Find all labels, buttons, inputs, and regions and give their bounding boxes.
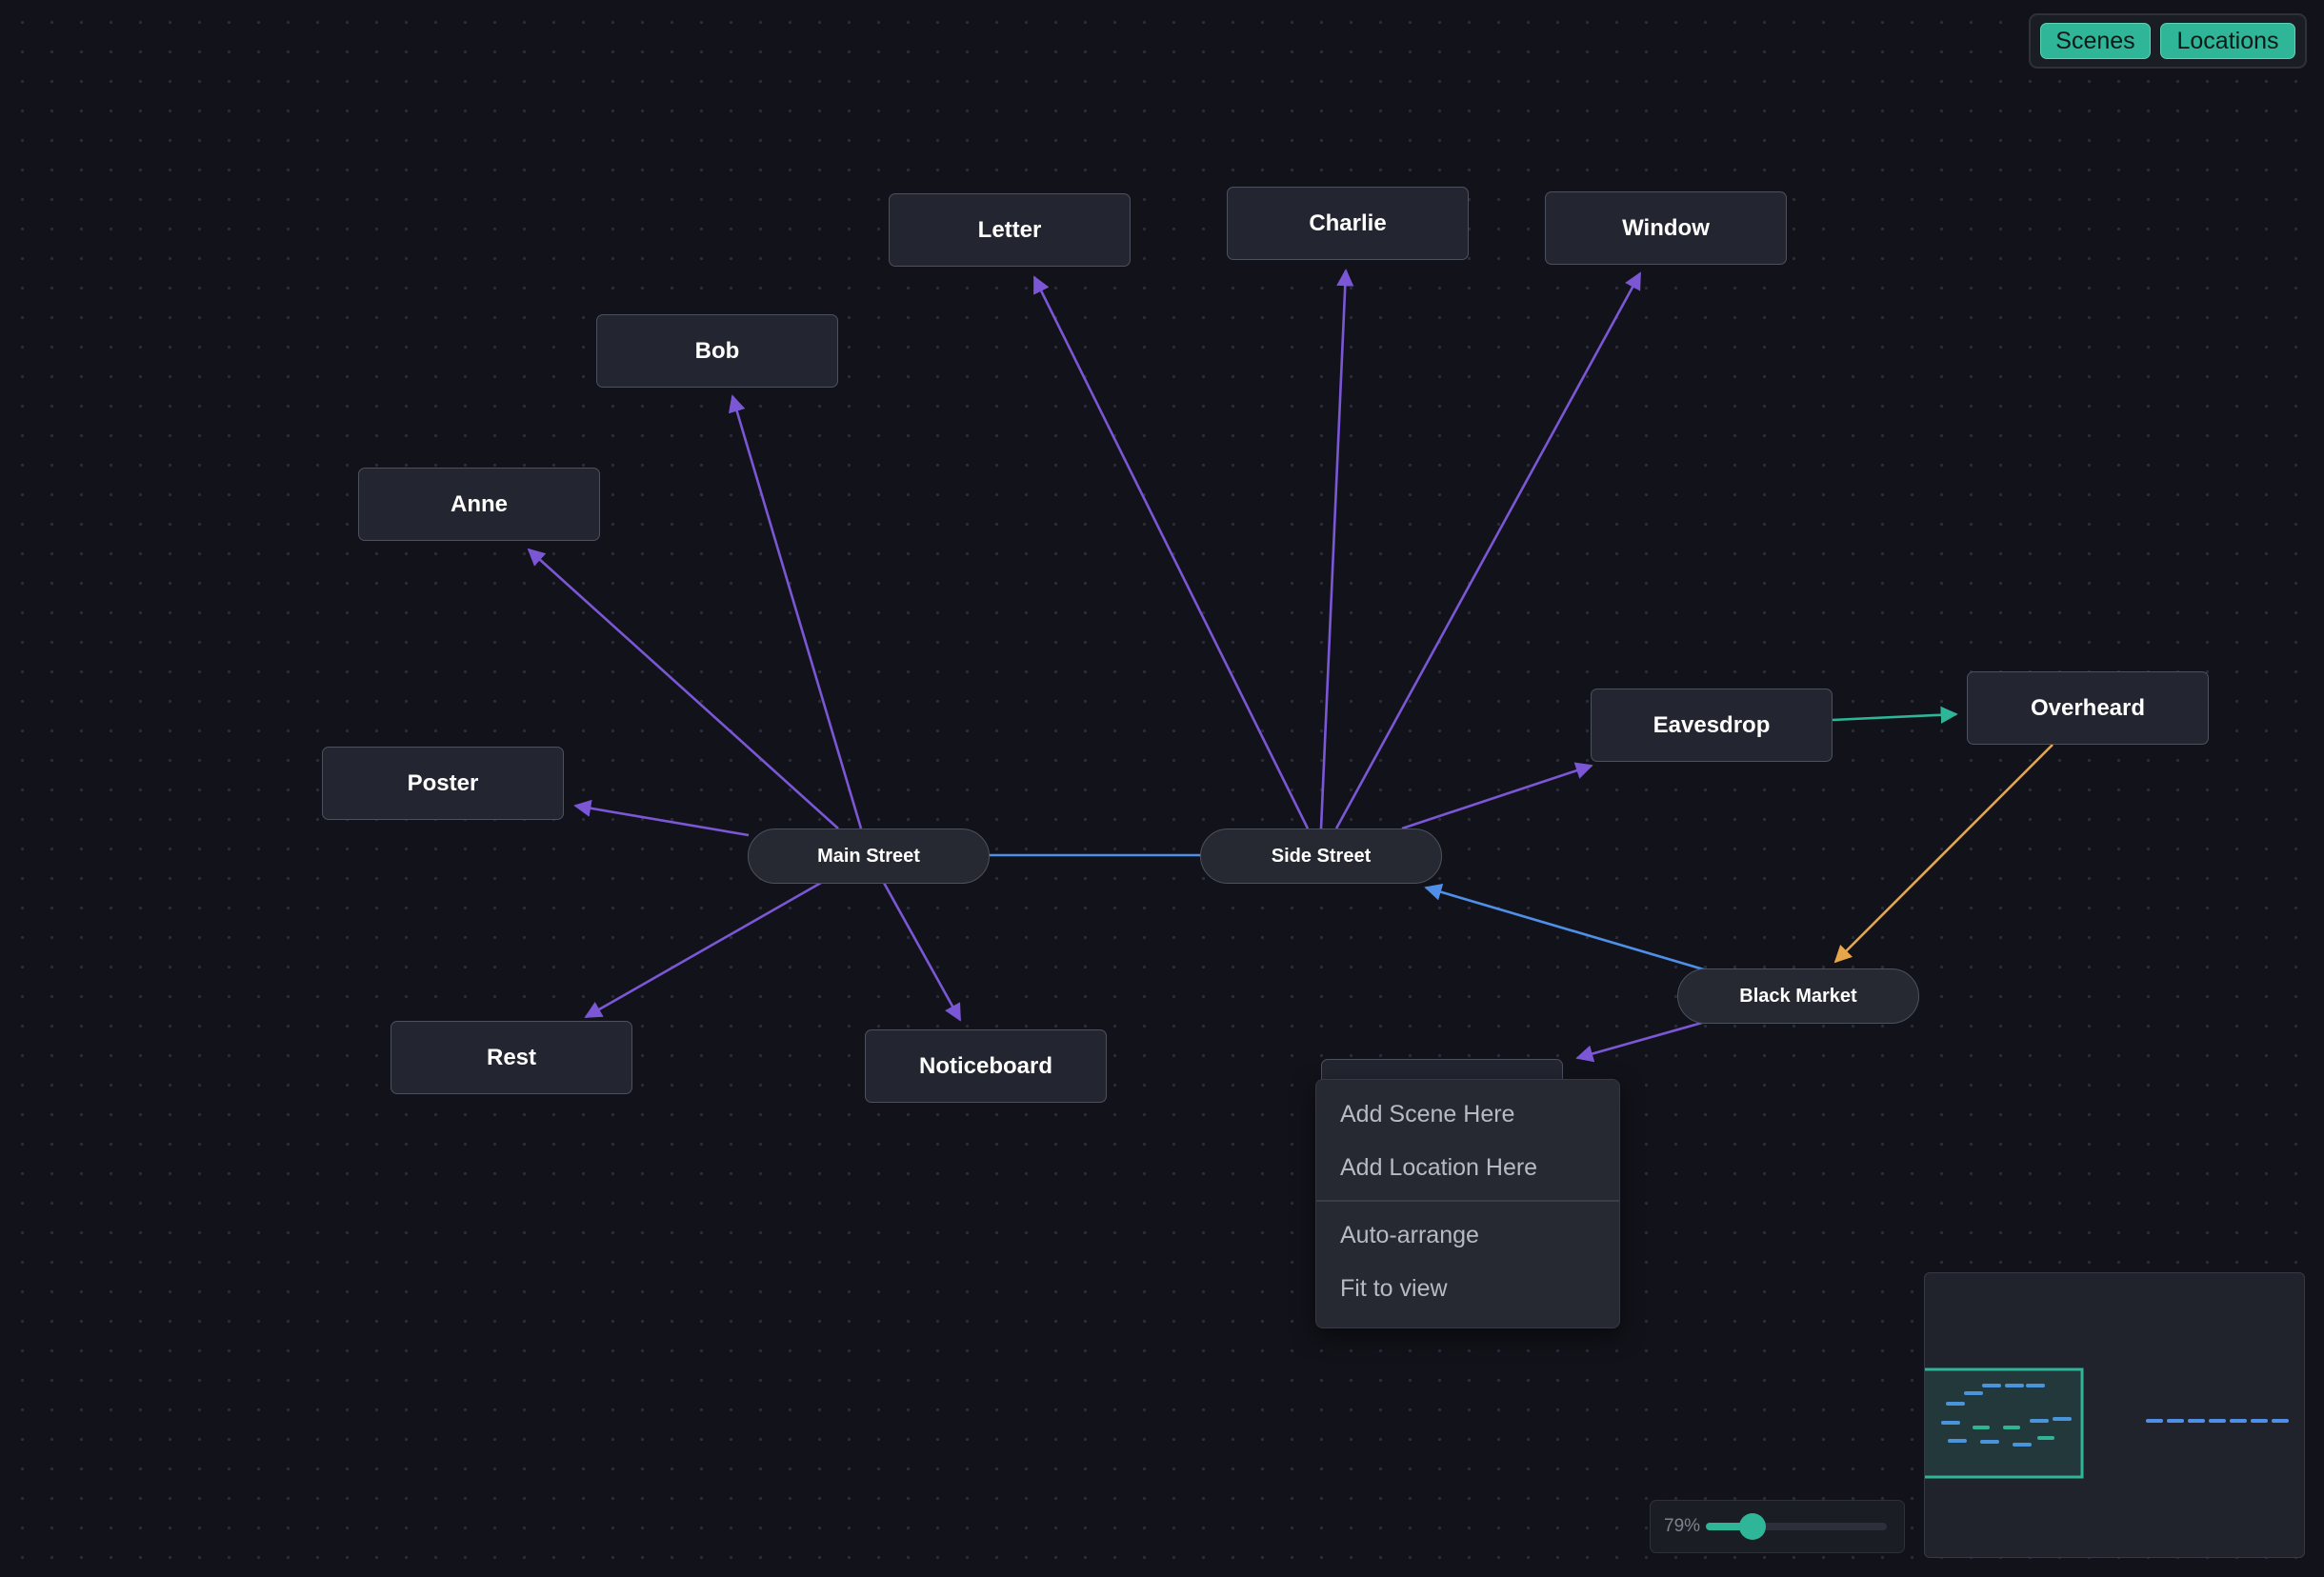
scene-node-anne[interactable]: Anne bbox=[358, 468, 600, 541]
locations-toggle-button[interactable]: Locations bbox=[2160, 23, 2295, 59]
scene-label: Poster bbox=[407, 769, 479, 796]
menu-item-auto-arrange[interactable]: Auto-arrange bbox=[1316, 1209, 1619, 1263]
context-menu: Add Scene Here Add Location Here Auto-ar… bbox=[1315, 1079, 1620, 1328]
scene-label: Bob bbox=[694, 337, 740, 364]
scene-node-window[interactable]: Window bbox=[1545, 191, 1787, 265]
scene-label: Noticeboard bbox=[918, 1052, 1052, 1079]
location-node-side-street[interactable]: Side Street bbox=[1200, 828, 1442, 884]
scene-label: Rest bbox=[486, 1044, 537, 1070]
scene-node-eavesdrop[interactable]: Eavesdrop bbox=[1591, 689, 1833, 762]
minimap[interactable] bbox=[1924, 1272, 2305, 1558]
edge-black-market-hidden[interactable] bbox=[1575, 1021, 1703, 1063]
scene-label: Charlie bbox=[1309, 210, 1387, 236]
minimap-viewport[interactable] bbox=[1925, 1367, 2084, 1479]
edge-main-street-poster[interactable] bbox=[573, 799, 750, 837]
graph-canvas[interactable]: Letter Charlie Window Bob Anne Poster Ea… bbox=[0, 0, 2324, 1577]
scene-node-bob[interactable]: Bob bbox=[596, 314, 838, 388]
location-node-black-market[interactable]: Black Market bbox=[1677, 968, 1919, 1024]
menu-separator bbox=[1316, 1200, 1619, 1202]
scene-node-rest[interactable]: Rest bbox=[391, 1021, 632, 1094]
edge-main-street-noticeboard[interactable] bbox=[882, 882, 962, 1022]
scene-label: Letter bbox=[977, 216, 1042, 243]
edge-black-market-side-street[interactable] bbox=[1424, 883, 1708, 972]
location-node-main-street[interactable]: Main Street bbox=[748, 828, 990, 884]
edge-main-street-rest[interactable] bbox=[584, 881, 822, 1019]
edge-side-street-eavesdrop[interactable] bbox=[1401, 762, 1593, 830]
scene-node-overheard[interactable]: Overheard bbox=[1967, 671, 2209, 745]
zoom-control: 79% bbox=[1650, 1500, 1905, 1553]
menu-item-fit-to-view[interactable]: Fit to view bbox=[1316, 1263, 1619, 1316]
zoom-slider-thumb[interactable] bbox=[1739, 1513, 1767, 1540]
scene-node-letter[interactable]: Letter bbox=[889, 193, 1131, 267]
edge-main-street-bob[interactable] bbox=[728, 394, 863, 829]
scene-node-charlie[interactable]: Charlie bbox=[1227, 187, 1469, 260]
scene-label: Window bbox=[1622, 214, 1710, 241]
scene-node-noticeboard[interactable]: Noticeboard bbox=[865, 1029, 1107, 1103]
zoom-slider[interactable] bbox=[1706, 1513, 1887, 1540]
edge-side-street-letter[interactable] bbox=[1032, 275, 1310, 829]
scene-label: Eavesdrop bbox=[1653, 711, 1771, 738]
location-label: Black Market bbox=[1739, 985, 1857, 1007]
location-label: Side Street bbox=[1271, 845, 1372, 867]
scenes-toggle-button[interactable]: Scenes bbox=[2040, 23, 2151, 59]
menu-item-add-scene[interactable]: Add Scene Here bbox=[1316, 1088, 1619, 1141]
location-label: Main Street bbox=[817, 845, 920, 867]
menu-item-add-location[interactable]: Add Location Here bbox=[1316, 1141, 1619, 1194]
zoom-level-label: 79% bbox=[1664, 1516, 1701, 1536]
scene-node-poster[interactable]: Poster bbox=[322, 747, 564, 820]
edge-overheard-black-market[interactable] bbox=[1833, 744, 2054, 964]
scene-label: Overheard bbox=[2030, 694, 2146, 721]
edge-side-street-charlie[interactable] bbox=[1319, 269, 1354, 829]
edge-eavesdrop-overheard[interactable] bbox=[1832, 706, 1958, 724]
mode-toggle: Scenes Locations bbox=[2029, 13, 2307, 69]
scene-label: Anne bbox=[451, 490, 508, 517]
